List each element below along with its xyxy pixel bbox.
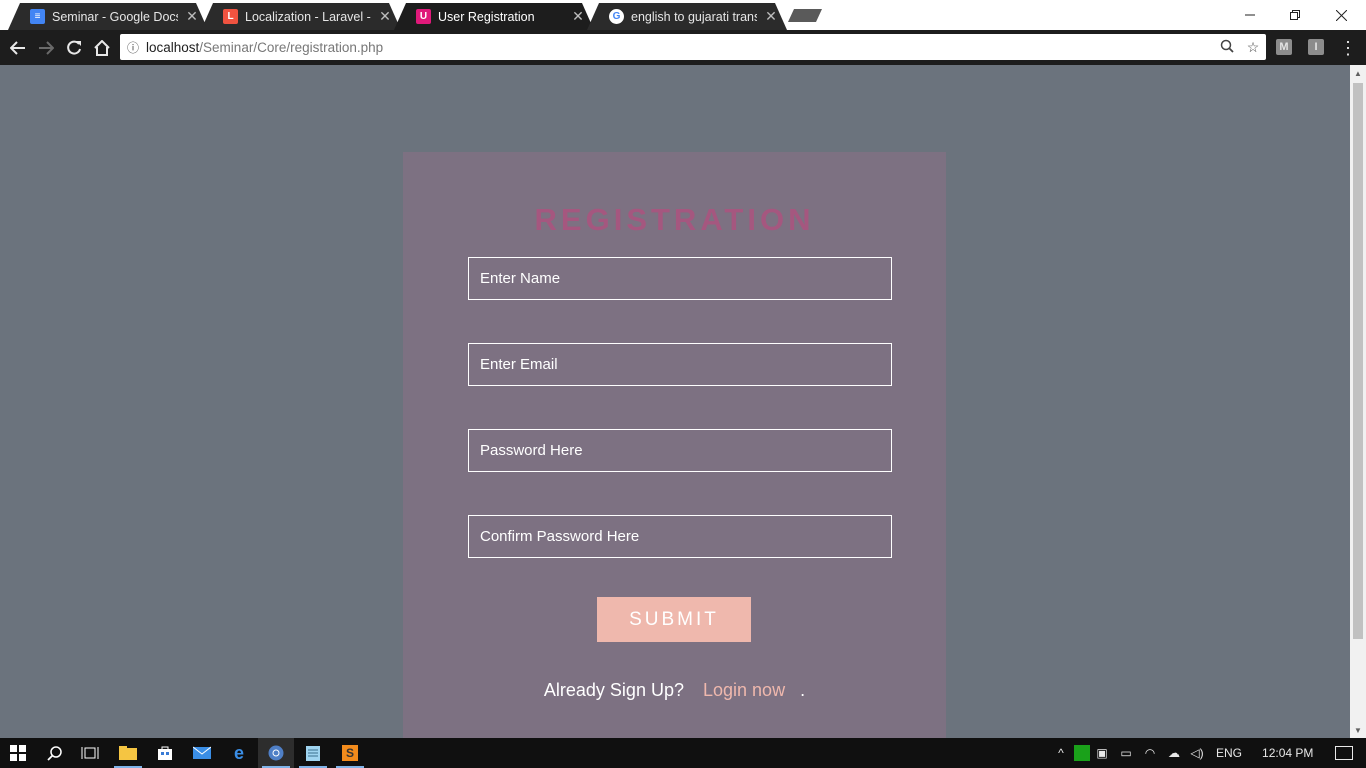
network-adapter-icon[interactable]: ▣ [1090, 746, 1114, 760]
tab-google-docs[interactable]: ≡ Seminar - Google Docs ✕ [8, 3, 208, 30]
search-button[interactable] [37, 738, 73, 768]
reload-icon [67, 40, 81, 55]
system-tray: ^ ▣ ▭ ◠ ☁ ◁) ENG 12:04 PM [1052, 738, 1354, 768]
email-input[interactable] [468, 343, 892, 386]
vertical-scrollbar[interactable]: ▲ ▼ [1350, 65, 1366, 738]
extension-i-icon[interactable]: I [1308, 39, 1324, 55]
battery-icon[interactable]: ▭ [1114, 746, 1138, 760]
close-icon[interactable]: ✕ [377, 8, 393, 25]
windows-logo-icon [10, 745, 26, 761]
taskbar-notepad[interactable] [295, 738, 331, 768]
back-arrow-icon [10, 41, 25, 55]
docs-icon: ≡ [30, 9, 45, 24]
tab-title: Localization - Laravel - Tl [245, 9, 371, 24]
task-view-button[interactable] [72, 738, 108, 768]
extension-m-icon[interactable]: M [1276, 39, 1292, 55]
folder-icon [119, 746, 137, 760]
restore-icon [1290, 10, 1300, 20]
minimize-button[interactable] [1227, 0, 1273, 30]
home-icon [94, 40, 110, 56]
registration-card: REGISTRATION SUBMIT Already Sign Up? Log… [403, 152, 946, 738]
already-signed-up-text: Already Sign Up? [543, 680, 684, 700]
bookmark-star-icon[interactable]: ☆ [1240, 39, 1266, 56]
home-button[interactable] [88, 34, 116, 62]
tab-title: english to gujarati transla [631, 9, 757, 24]
info-icon[interactable]: ⓘ [120, 39, 146, 56]
laravel-icon: L [223, 9, 238, 24]
close-icon[interactable]: ✕ [570, 8, 586, 25]
clock[interactable]: 12:04 PM [1262, 746, 1313, 760]
search-icon [47, 746, 62, 761]
reload-button[interactable] [60, 34, 88, 62]
google-icon: G [609, 9, 624, 24]
scroll-down-icon[interactable]: ▼ [1350, 722, 1366, 738]
taskbar-sublime-text[interactable]: S [332, 738, 368, 768]
back-button[interactable] [4, 34, 32, 62]
volume-icon[interactable]: ◁) [1186, 746, 1208, 760]
password-input[interactable] [468, 429, 892, 472]
forward-button[interactable] [32, 34, 60, 62]
address-bar[interactable]: ⓘ localhost/Seminar/Core/registration.ph… [120, 34, 1266, 60]
task-view-icon [81, 747, 99, 759]
url-text[interactable]: localhost/Seminar/Core/registration.php [146, 40, 1214, 55]
taskbar-file-explorer[interactable] [110, 738, 146, 768]
app-icon: U [416, 9, 431, 24]
tab-title: Seminar - Google Docs [52, 9, 178, 24]
tab-title: User Registration [438, 9, 535, 24]
taskbar-mail[interactable] [184, 738, 220, 768]
zoom-icon[interactable] [1214, 39, 1240, 56]
cloud-icon[interactable]: ☁ [1162, 746, 1186, 760]
forward-arrow-icon [39, 41, 54, 55]
page-title: REGISTRATION [534, 202, 815, 237]
chrome-icon [268, 745, 284, 761]
scrollbar-thumb[interactable] [1353, 83, 1363, 639]
close-icon[interactable]: ✕ [184, 8, 200, 25]
login-now-link[interactable]: Login now [703, 680, 785, 700]
start-button[interactable] [0, 738, 36, 768]
browser-toolbar: ⓘ localhost/Seminar/Core/registration.ph… [0, 30, 1366, 65]
tab-google-translate[interactable]: G english to gujarati transla ✕ [587, 3, 787, 30]
close-icon[interactable]: ✕ [763, 8, 779, 25]
browser-tab-strip: ≡ Seminar - Google Docs ✕ L Localization… [0, 0, 1366, 30]
windows-taskbar: e S ^ ▣ ▭ ◠ ☁ ◁) ENG 12:04 PM [0, 738, 1366, 768]
language-indicator[interactable]: ENG [1216, 746, 1242, 760]
tab-laravel[interactable]: L Localization - Laravel - Tl ✕ [201, 3, 401, 30]
scroll-up-icon[interactable]: ▲ [1350, 65, 1366, 81]
name-input[interactable] [468, 257, 892, 300]
new-tab-button[interactable] [788, 9, 822, 22]
minimize-icon [1245, 14, 1255, 16]
browser-menu-button[interactable]: ⋮ [1338, 34, 1358, 62]
page-viewport: REGISTRATION SUBMIT Already Sign Up? Log… [0, 65, 1350, 738]
restore-button[interactable] [1272, 0, 1318, 30]
taskbar-edge[interactable]: e [221, 738, 257, 768]
chevron-up-icon[interactable]: ^ [1052, 746, 1070, 760]
notepad-icon [306, 746, 320, 761]
close-icon [1335, 9, 1347, 21]
tray-app-icon[interactable] [1074, 745, 1090, 761]
url-host: localhost [146, 39, 200, 55]
sublime-text-icon: S [342, 745, 358, 761]
wifi-icon[interactable]: ◠ [1138, 746, 1162, 760]
submit-button[interactable]: SUBMIT [597, 597, 751, 642]
taskbar-store[interactable] [147, 738, 183, 768]
store-bag-icon [158, 746, 172, 760]
confirm-password-input[interactable] [468, 515, 892, 558]
tab-user-registration[interactable]: U User Registration ✕ [394, 3, 594, 30]
action-center-icon[interactable] [1335, 746, 1354, 760]
close-window-button[interactable] [1318, 0, 1364, 30]
edge-icon: e [233, 742, 244, 763]
signup-prompt: Already Sign Up? Login now . [403, 680, 946, 701]
url-path: /Seminar/Core/registration.php [199, 39, 384, 55]
taskbar-chrome[interactable] [258, 738, 294, 768]
mail-icon [193, 746, 211, 759]
trailing-period: . [800, 680, 806, 700]
